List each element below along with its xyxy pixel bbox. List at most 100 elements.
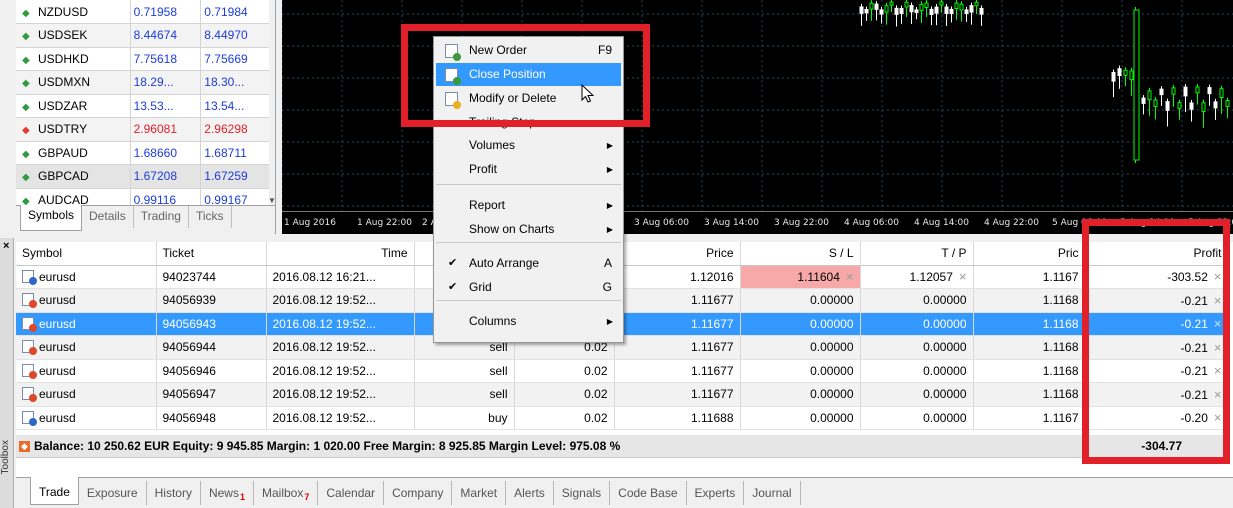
sl-cell[interactable]: 0.00000 [740,406,861,430]
tab-journal[interactable]: Journal [744,481,801,505]
time-axis-label: 1 Aug 2016 [284,218,336,228]
candle [1195,84,1200,105]
symbol-row[interactable]: ◆ USDHKD 7.75618 7.75669 [16,47,272,71]
symbol-row[interactable]: ◆ USDMXN 18.29... 18.30... [16,70,272,95]
menu-item-columns[interactable]: Columns ▶ [436,310,621,333]
ask-price: 2.96298 [200,117,272,142]
candle [1153,97,1158,120]
type-cell: sell [414,359,515,383]
table-row[interactable]: eurusd 94056946 2016.08.12 19:52... sell 0.0… [16,359,1229,383]
time-axis-label: 3 Aug 14:00 [704,218,759,228]
ticket-cell: 94023744 [156,265,267,289]
menu-item-show-on-charts[interactable]: Show on Charts ▶ [436,218,621,241]
position-symbol-cell: eurusd [16,359,157,383]
col-symbol[interactable]: Symbol [16,242,157,266]
col-price[interactable]: Price [614,242,741,266]
symbol-row[interactable]: ◆ USDZAR 13.53... 13.54... [16,94,272,118]
col-time[interactable]: Time [266,242,415,266]
toolbox-label: Toolbox [0,440,11,475]
candle [1133,7,1140,163]
tp-cell[interactable]: 0.00000 [860,335,974,360]
tp-cell[interactable]: 0.00000 [860,359,974,383]
symbol-row[interactable]: ◆ NZDUSD 0.71958 0.71984 [16,0,272,24]
menu-shortcut: G [602,280,612,294]
sl-cell[interactable]: 0.00000 [740,288,861,313]
col-sl[interactable]: S / L [740,242,861,266]
menu-item-profit[interactable]: Profit ▶ [436,158,621,181]
candle [1207,84,1212,106]
tab-details[interactable]: Details [82,206,134,228]
sl-cell[interactable]: 0.00000 [740,382,861,407]
table-row[interactable]: eurusd 94056947 2016.08.12 19:52... sell 0.0… [16,382,1229,407]
sl-cell[interactable]: 0.00000 [740,335,861,360]
symbol-name-cell: ◆ USDTRY [16,117,131,142]
symbol-row[interactable]: ◆ GBPAUD 1.68660 1.68711 [16,141,272,165]
candle [1183,84,1188,113]
tab-history[interactable]: History [147,481,201,505]
symbol-row[interactable]: ◆ USDSEK 8.44674 8.44970 [16,23,272,48]
candle [1213,98,1218,120]
tab-trade[interactable]: Trade [30,477,79,505]
tab-news[interactable]: News1 [201,481,254,505]
sl-cell[interactable]: 1.11604 × [740,265,861,289]
tab-mailbox[interactable]: Mailbox7 [254,481,319,505]
tab-alerts[interactable]: Alerts [506,481,554,505]
sl-value: 0.00000 [810,410,854,425]
tp-cell[interactable]: 0.00000 [860,312,974,336]
price-cell: 1.11677 [614,335,741,360]
price-cell: 1.11688 [614,406,741,430]
remove-tp-icon[interactable]: × [959,269,967,284]
tp-value: 0.00000 [923,387,967,402]
position-symbol-cell: eurusd [16,312,157,336]
tab-calendar[interactable]: Calendar [318,481,385,505]
menu-item-auto-arrange[interactable]: ✔ Auto Arrange A [436,252,621,275]
menu-item-grid[interactable]: ✔ Grid G [436,276,621,299]
sl-cell[interactable]: 0.00000 [740,312,861,336]
checkmark-icon: ✔ [448,281,458,293]
tab-code-base[interactable]: Code Base [610,481,687,505]
time-cell: 2016.08.12 19:52... [266,288,415,313]
tp-cell[interactable]: 0.00000 [860,288,974,313]
position-symbol-cell: eurusd [16,382,157,407]
menu-item-report[interactable]: Report ▶ [436,194,621,217]
tab-label: Exposure [86,486,138,500]
symbol-name: USDSEK [38,28,88,43]
symbol-row[interactable]: ◆ GBPCAD 1.67208 1.67259 [16,164,272,189]
close-icon[interactable]: × [3,240,9,252]
remove-sl-icon[interactable]: × [846,269,854,284]
position-symbol: eurusd [39,363,76,378]
sl-value: 0.00000 [810,293,854,308]
sl-value: 0.00000 [810,363,854,378]
scroll-down-icon[interactable]: ▼ [268,196,276,205]
menu-item-volumes[interactable]: Volumes ▶ [436,134,621,157]
position-symbol-cell: eurusd [16,265,157,289]
highlight-box-profit [1082,219,1230,464]
tab-company[interactable]: Company [384,481,453,505]
col-tp[interactable]: T / P [860,242,974,266]
symbol-name: NZDUSD [38,4,88,19]
tab-market[interactable]: Market [452,481,507,505]
time-cell: 2016.08.12 19:52... [266,312,415,336]
balance-text: Balance: 10 250.62 EUR Equity: 9 945.85 … [34,439,621,453]
tp-cell[interactable]: 0.00000 [860,382,974,407]
ticket-cell: 94056944 [156,335,267,360]
ask-price: 1.67259 [200,164,272,189]
market-watch-scrollbar[interactable]: ▼ [268,0,276,205]
col-ticket[interactable]: Ticket [156,242,267,266]
tab-ticks[interactable]: Ticks [189,206,232,228]
tab-label: Experts [694,486,736,500]
col-price-current[interactable]: Pric [973,242,1086,266]
menu-item-label: Columns [469,314,517,328]
tab-exposure[interactable]: Exposure [79,481,147,505]
tab-signals[interactable]: Signals [554,481,611,505]
sl-cell[interactable]: 0.00000 [740,359,861,383]
symbol-row[interactable]: ◆ USDTRY 2.96081 2.96298 [16,117,272,142]
position-symbol-cell: eurusd [16,406,157,430]
tp-cell[interactable]: 1.12057 × [860,265,974,289]
tab-trading[interactable]: Trading [134,206,189,228]
tab-symbols[interactable]: Symbols [20,205,83,231]
symbol-name-cell: ◆ USDHKD [16,47,131,71]
tab-experts[interactable]: Experts [687,481,745,505]
table-row[interactable]: eurusd 94056948 2016.08.12 19:52... buy 0.02… [16,406,1229,430]
tp-cell[interactable]: 0.00000 [860,406,974,430]
